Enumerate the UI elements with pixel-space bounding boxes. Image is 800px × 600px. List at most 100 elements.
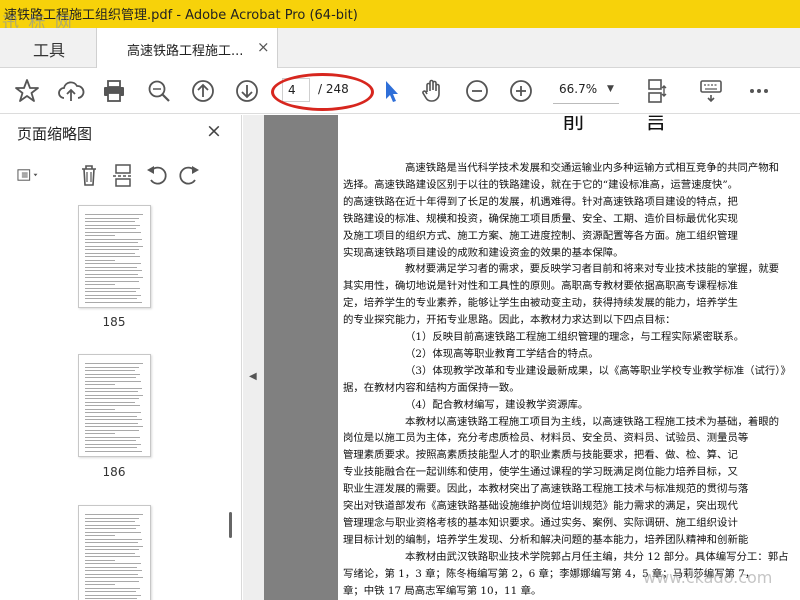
- thumbnail-text-line: [85, 433, 115, 434]
- page-up-icon[interactable]: [188, 76, 218, 106]
- thumbnail-text-line: [85, 405, 140, 406]
- document-line: 本教材由武汉铁路职业技术学院郭占月任主编，共分 12 部分。具体编写分工：郭占: [405, 550, 789, 563]
- thumbnail-text-line: [85, 301, 142, 303]
- zoom-in-icon[interactable]: [506, 76, 536, 106]
- thumbnail-text-line: [85, 584, 115, 585]
- thumbnail-text-line: [85, 242, 138, 243]
- thumbnail-text-line: [85, 266, 137, 268]
- document-line: 专业技能融合在一起训练和使用，使学生通过课程的学习既满足岗位能力培养目标，又: [343, 466, 738, 479]
- thumbnail-text-line: [85, 398, 139, 399]
- toolbar: 4 / 248 66.7% ▼: [0, 68, 800, 114]
- panel-close-icon[interactable]: ×: [206, 120, 222, 142]
- zoom-value: 66.7%: [559, 82, 598, 96]
- chevron-down-icon: ▼: [607, 84, 614, 94]
- thumbnail-text-line: [85, 443, 141, 445]
- thumbnail-text-line: [85, 447, 137, 448]
- hand-icon[interactable]: [418, 76, 448, 106]
- document-line: （1）反映目前高速铁路工程施工组织管理的理念，与工程实际紧密联系。: [405, 331, 745, 343]
- thumbnail-text-line: [85, 559, 115, 561]
- thumbnail-text-line: [85, 298, 137, 299]
- highlight-oval: [271, 73, 374, 111]
- document-line: 及施工项目的组织方式、施工方案、施工进度控制、资源配置等各方面。施工组织管理: [343, 229, 738, 242]
- document-line: 章；中铁 17 局高志军编写第 10，11 章。: [343, 584, 542, 597]
- thumbnail-text-line: [85, 531, 141, 533]
- thumbnail-text-line: [85, 294, 141, 296]
- thumbnail-text-line: [85, 552, 135, 554]
- document-viewer[interactable]: 前 言 高速铁路是当代科学技术发展和交通运输业内多种运输方式相互竞争的共同产物和…: [264, 115, 800, 600]
- document-line: 定，培养学生的专业素养，能够让学生由被动变主动，获得持续发展的能力，培养学生: [343, 297, 738, 310]
- document-line: 理目标计划的编制，培养学生发现、分析和解决问题的基本能力，培养团队精神和创新能: [343, 533, 749, 546]
- thumbnail-text-line: [85, 408, 115, 410]
- delete-icon[interactable]: [76, 162, 102, 188]
- thumbnail-text-line: [85, 214, 143, 215]
- thumbnail-text-line: [85, 277, 143, 278]
- thumbnail-text-line: [85, 587, 140, 589]
- thumbnail-text-line: [85, 524, 140, 526]
- thumbnail-text-line: [85, 422, 138, 424]
- thumbnail-text-line: [85, 284, 115, 285]
- thumbnail-text-line: [85, 514, 143, 515]
- thumbnail-text-line: [85, 594, 141, 596]
- page-fit-icon[interactable]: [642, 76, 672, 106]
- thumbnail-text-line: [85, 577, 143, 578]
- thumbnail-text-line: [85, 580, 139, 582]
- document-line: 据，在教材内容和结构方面保持一致。: [343, 381, 520, 394]
- extract-pages-icon[interactable]: [110, 162, 136, 188]
- thumbnail-text-line: [85, 380, 141, 382]
- panel-title: 页面缩略图: [17, 125, 93, 143]
- thumbnail-text-line: [85, 570, 142, 571]
- thumbnail-text-line: [85, 384, 115, 385]
- thumbnail-text-line: [85, 429, 139, 431]
- thumbnail-text-line: [85, 366, 139, 368]
- panel-scrollbar[interactable]: [229, 512, 232, 538]
- tab-close-icon[interactable]: ×: [257, 38, 270, 56]
- thumbnail-text-line: [85, 394, 143, 396]
- thumbnail-text-line: [85, 217, 139, 219]
- document-line: 岗位是以施工员为主体，充分考虑质检员、材料员、安全员、资料员、试验员、测量员等: [343, 432, 749, 445]
- thumbnail-text-line: [85, 545, 143, 547]
- thumbnail-text-line: [85, 221, 135, 222]
- thumbnail-text-line: [85, 291, 136, 292]
- thumbnail-text-line: [85, 517, 139, 519]
- thumbnail-text-line: [85, 256, 140, 257]
- document-line: 本教材以高速铁路工程施工项目为主线，以高速铁路工程施工技术为基础，着眼的: [405, 415, 780, 428]
- thumbnail-text-line: [85, 273, 138, 275]
- more-icon[interactable]: [744, 76, 774, 106]
- thumbnail-text-line: [85, 252, 135, 254]
- page-down-icon[interactable]: [232, 76, 262, 106]
- collapse-arrow-icon: ◀: [249, 371, 257, 382]
- thumbnail-text-line: [85, 563, 141, 564]
- thumbnail-text-line: [85, 263, 141, 264]
- thumbnail-text-line: [85, 387, 142, 389]
- rotate-right-icon[interactable]: [176, 162, 202, 188]
- upload-cloud-icon[interactable]: [56, 76, 86, 106]
- zoom-search-icon[interactable]: [144, 76, 174, 106]
- thumbnail-text-line: [85, 377, 136, 378]
- thumbnail-text-line: [85, 528, 136, 529]
- thumbnail-list: 185 186: [0, 195, 242, 600]
- page-thumbnail[interactable]: [78, 205, 151, 308]
- document-line: 高速铁路是当代科学技术发展和交通运输业内多种运输方式相互竞争的共同产物和: [405, 162, 780, 174]
- thumbnail-options-icon[interactable]: [16, 162, 56, 188]
- keyboard-icon[interactable]: [696, 76, 726, 106]
- rotate-left-icon[interactable]: [144, 162, 170, 188]
- tab-tools[interactable]: 工具: [0, 28, 96, 68]
- print-icon[interactable]: [99, 76, 129, 106]
- page-heading: 前 言: [562, 115, 694, 134]
- title-bar: 速铁路工程施工组织管理.pdf - Adobe Acrobat Pro (64-…: [0, 0, 800, 34]
- zoom-out-icon[interactable]: [462, 76, 492, 106]
- page-thumbnail[interactable]: [78, 505, 151, 600]
- thumbnail-text-line: [85, 573, 138, 575]
- select-cursor-icon[interactable]: [376, 76, 406, 106]
- panel-collapse-handle[interactable]: ◀: [243, 115, 264, 600]
- document-line: 的专业探究能力，开拓专业思路。因此，本教材力求达到以下四点目标：: [343, 314, 676, 327]
- document-line: 其实用性，确切地说是针对性和工具性的原则。高职高专教材要依据高职高专课程标准: [343, 280, 738, 293]
- thumbnail-text-line: [85, 401, 135, 403]
- document-line: 管理理念与职业资格考核的基本知识要求。通过实务、案例、实际调研、施工组织设计: [343, 516, 738, 529]
- star-icon[interactable]: [12, 76, 42, 106]
- thumbnail-text-line: [85, 287, 140, 289]
- tab-document[interactable]: 高速铁路工程施工... ×: [96, 28, 278, 69]
- page-thumbnail[interactable]: [78, 354, 151, 457]
- zoom-select[interactable]: 66.7% ▼: [553, 78, 619, 104]
- thumbnail-text-line: [85, 440, 136, 441]
